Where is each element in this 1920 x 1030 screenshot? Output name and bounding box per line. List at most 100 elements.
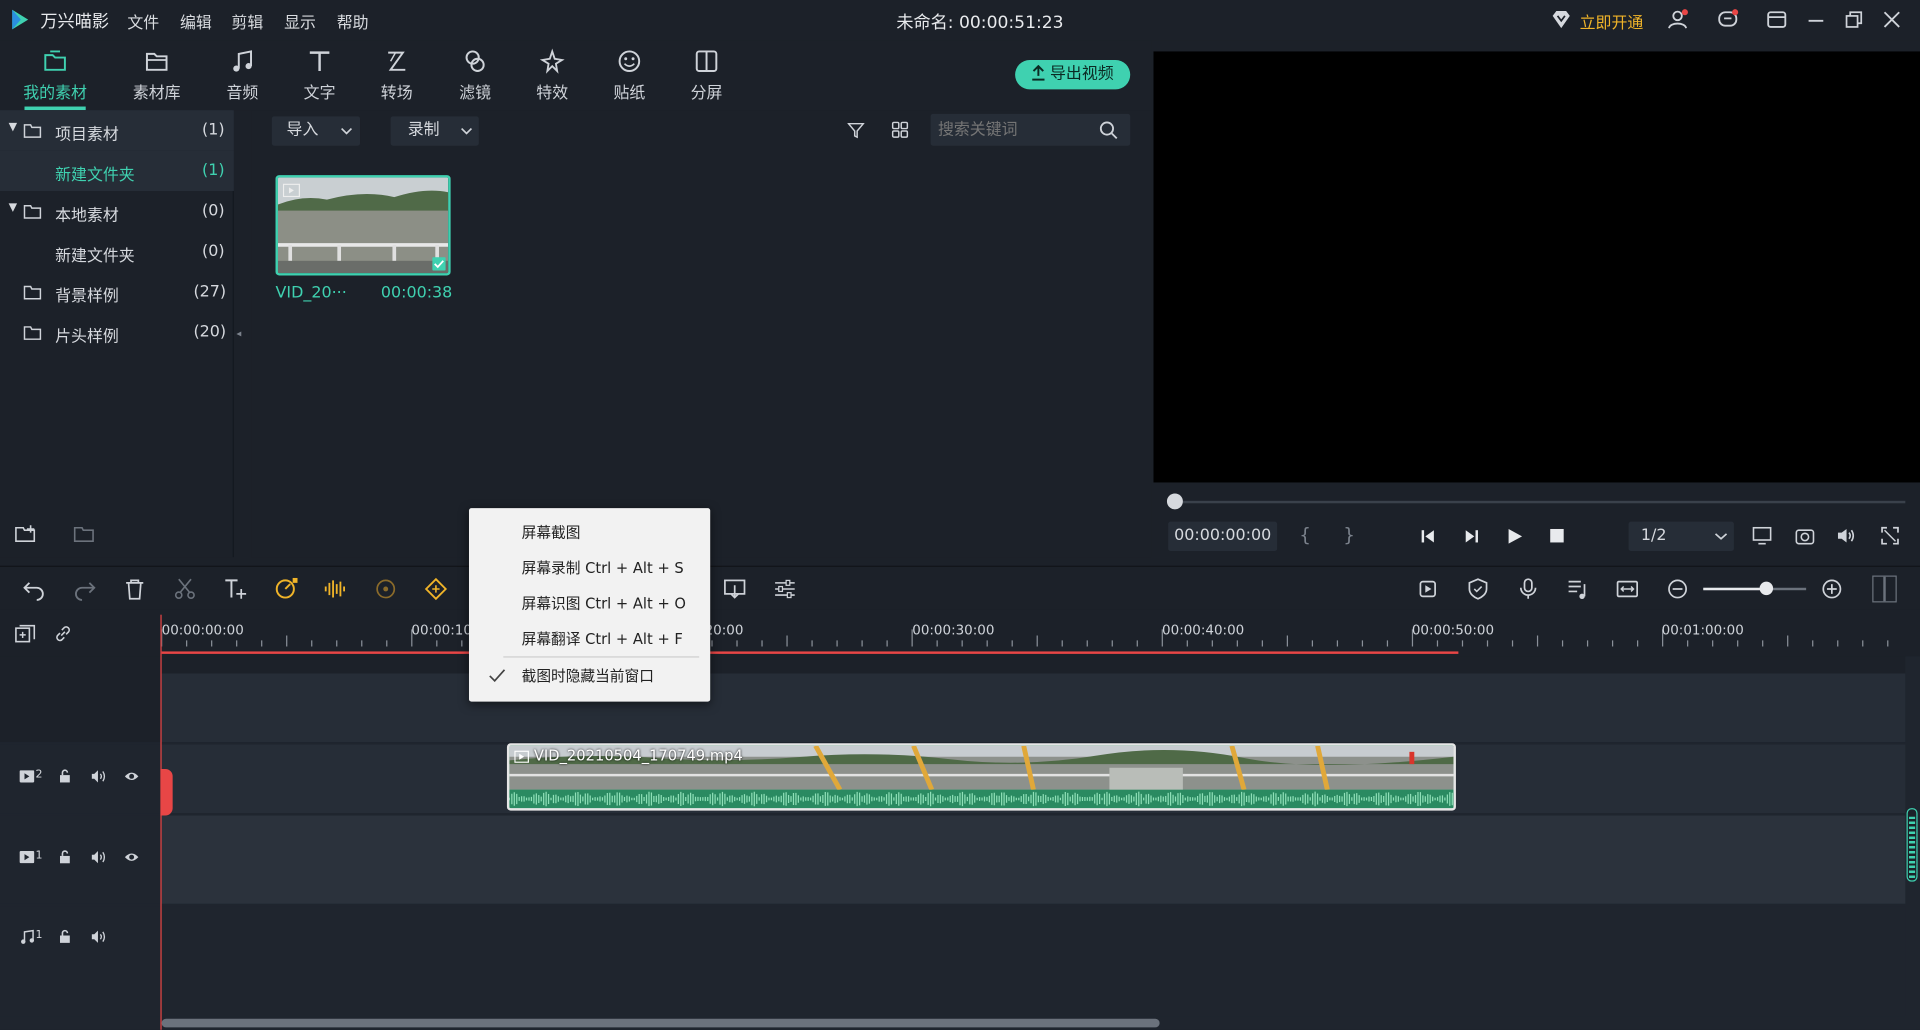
lock-icon[interactable] bbox=[59, 850, 71, 865]
search-input[interactable] bbox=[937, 117, 1092, 143]
preview-progress-handle[interactable] bbox=[1166, 493, 1183, 510]
speed-icon[interactable] bbox=[273, 577, 298, 601]
playhead-handle[interactable] bbox=[160, 768, 173, 816]
tree-item-project-media[interactable]: ▼ 项目素材 (1) bbox=[0, 110, 234, 151]
playhead-line[interactable] bbox=[160, 614, 162, 1030]
zoom-out-icon[interactable] bbox=[1665, 577, 1689, 601]
track-lane-video-1[interactable] bbox=[161, 815, 1906, 904]
track-lane-audio-1[interactable] bbox=[161, 906, 1906, 1017]
minimize-icon[interactable] bbox=[1806, 9, 1826, 31]
record-screen-icon[interactable] bbox=[722, 577, 746, 601]
menu-clip[interactable]: 剪辑 bbox=[231, 10, 263, 33]
mark-in-button[interactable]: { bbox=[1299, 524, 1311, 546]
tab-text[interactable]: 文字 bbox=[282, 40, 358, 110]
snapshot-camera-icon[interactable] bbox=[1795, 527, 1815, 545]
expand-arrow-icon[interactable]: ▼ bbox=[9, 202, 17, 214]
timeline-tracks[interactable]: 2 1 1 VID_20210504_170749.mp4 bbox=[0, 614, 1920, 1030]
tree-item-background-samples[interactable]: 背景样例 (27) bbox=[0, 272, 234, 312]
zoom-slider-handle[interactable] bbox=[1759, 581, 1774, 596]
split-scissors-icon[interactable] bbox=[173, 577, 197, 601]
audio-mixer-icon[interactable] bbox=[1566, 577, 1590, 601]
record-dropdown[interactable]: 录制 bbox=[390, 116, 479, 146]
menu-item-screen-record[interactable]: 屏幕录制 Ctrl + Alt + S bbox=[469, 551, 710, 587]
marker-shield-icon[interactable] bbox=[1466, 577, 1490, 601]
display-settings-icon[interactable] bbox=[1752, 526, 1772, 545]
panel-layout-icon[interactable] bbox=[1872, 575, 1897, 603]
filter-funnel-icon[interactable] bbox=[847, 121, 865, 139]
close-icon[interactable] bbox=[1882, 9, 1902, 31]
add-text-icon[interactable] bbox=[223, 577, 247, 601]
restore-icon[interactable] bbox=[1844, 9, 1864, 31]
expand-arrow-icon[interactable]: ▼ bbox=[9, 121, 17, 133]
tab-effects[interactable]: 特效 bbox=[514, 40, 590, 110]
preview-progress-track[interactable] bbox=[1168, 500, 1906, 504]
eye-icon[interactable] bbox=[124, 851, 140, 863]
menu-edit[interactable]: 编辑 bbox=[180, 10, 212, 33]
tab-my-media[interactable]: 我的素材 bbox=[17, 40, 93, 111]
audio-waveform-icon[interactable] bbox=[323, 577, 347, 601]
tab-transition[interactable]: 转场 bbox=[359, 40, 435, 110]
menu-item-hide-window[interactable]: 截图时隐藏当前窗口 bbox=[469, 659, 710, 695]
account-icon[interactable] bbox=[1667, 9, 1689, 31]
volume-icon[interactable] bbox=[1837, 527, 1857, 545]
zoom-in-icon[interactable] bbox=[1820, 577, 1844, 601]
import-dropdown[interactable]: 导入 bbox=[271, 116, 361, 146]
render-preview-icon[interactable] bbox=[1416, 577, 1440, 601]
tab-filter[interactable]: 滤镜 bbox=[437, 40, 513, 110]
menu-item-screenshot[interactable]: 屏幕截图 bbox=[469, 516, 710, 552]
menu-help[interactable]: 帮助 bbox=[337, 10, 369, 33]
delete-icon[interactable] bbox=[122, 577, 146, 601]
speaker-icon[interactable] bbox=[91, 769, 107, 784]
menu-item-screen-recognize[interactable]: 屏幕识图 Ctrl + Alt + O bbox=[469, 587, 710, 623]
fullscreen-icon[interactable] bbox=[1881, 526, 1899, 545]
stop-icon[interactable] bbox=[1549, 528, 1565, 544]
track-lane-top[interactable] bbox=[161, 673, 1906, 743]
tab-split-screen[interactable]: 分屏 bbox=[669, 40, 745, 110]
timeline-horizontal-scrollbar[interactable] bbox=[161, 1018, 1160, 1028]
tree-item-new-folder[interactable]: 新建文件夹 (1) bbox=[0, 150, 234, 192]
microphone-icon[interactable] bbox=[1516, 577, 1540, 601]
fit-timeline-icon[interactable] bbox=[1615, 577, 1639, 601]
playback-quality-dropdown[interactable]: 1/2 bbox=[1628, 521, 1734, 552]
collapse-panel-icon[interactable]: ◂ bbox=[236, 328, 241, 339]
mark-out-button[interactable]: } bbox=[1343, 524, 1355, 546]
work-area-bar[interactable] bbox=[161, 651, 1459, 654]
lock-icon[interactable] bbox=[59, 769, 71, 784]
preview-canvas[interactable] bbox=[1153, 51, 1920, 483]
eye-icon[interactable] bbox=[124, 770, 140, 782]
redo-icon[interactable] bbox=[72, 577, 96, 601]
tree-item-local-media[interactable]: ▼ 本地素材 (0) bbox=[0, 191, 234, 231]
tab-audio[interactable]: 音频 bbox=[204, 40, 280, 110]
motion-tracking-icon[interactable] bbox=[373, 577, 397, 601]
export-video-button[interactable]: 导出视频 bbox=[1015, 60, 1131, 90]
tab-sticker[interactable]: 贴纸 bbox=[591, 40, 667, 110]
adjust-sliders-icon[interactable] bbox=[773, 577, 797, 601]
link-icon[interactable] bbox=[54, 624, 72, 642]
menu-item-screen-translate[interactable]: 屏幕翻译 Ctrl + Alt + F bbox=[469, 622, 710, 658]
menu-view[interactable]: 显示 bbox=[284, 10, 316, 33]
timeline-ruler[interactable]: 00:00:00:00 00:00:10:00 00:00:20:00 00:0… bbox=[0, 609, 1920, 657]
search-icon[interactable] bbox=[1099, 121, 1118, 140]
speaker-icon[interactable] bbox=[91, 850, 107, 865]
previous-frame-icon[interactable] bbox=[1419, 528, 1436, 545]
lock-icon[interactable] bbox=[59, 929, 71, 944]
next-frame-icon[interactable] bbox=[1463, 528, 1480, 545]
grid-view-icon[interactable] bbox=[891, 121, 909, 138]
keyframe-icon[interactable] bbox=[424, 577, 448, 601]
vip-diamond-icon[interactable] bbox=[1550, 9, 1572, 31]
feedback-icon[interactable] bbox=[1717, 9, 1739, 31]
play-icon[interactable] bbox=[1506, 528, 1523, 545]
new-folder-icon[interactable] bbox=[15, 524, 37, 544]
store-icon[interactable] bbox=[1766, 9, 1788, 31]
menu-file[interactable]: 文件 bbox=[127, 10, 159, 33]
undo-icon[interactable] bbox=[22, 577, 46, 601]
media-clip-thumbnail[interactable] bbox=[275, 175, 451, 276]
tree-item-new-folder-local[interactable]: 新建文件夹 (0) bbox=[0, 231, 234, 271]
speaker-icon[interactable] bbox=[91, 929, 107, 944]
search-box[interactable] bbox=[930, 113, 1131, 146]
timeline-video-clip[interactable]: VID_20210504_170749.mp4 bbox=[506, 743, 1456, 811]
tab-library[interactable]: 素材库 bbox=[119, 40, 195, 110]
add-track-icon[interactable] bbox=[15, 624, 36, 643]
vip-upgrade-link[interactable]: 立即开通 bbox=[1580, 10, 1644, 33]
tree-item-intro-samples[interactable]: 片头样例 (20) bbox=[0, 312, 234, 352]
